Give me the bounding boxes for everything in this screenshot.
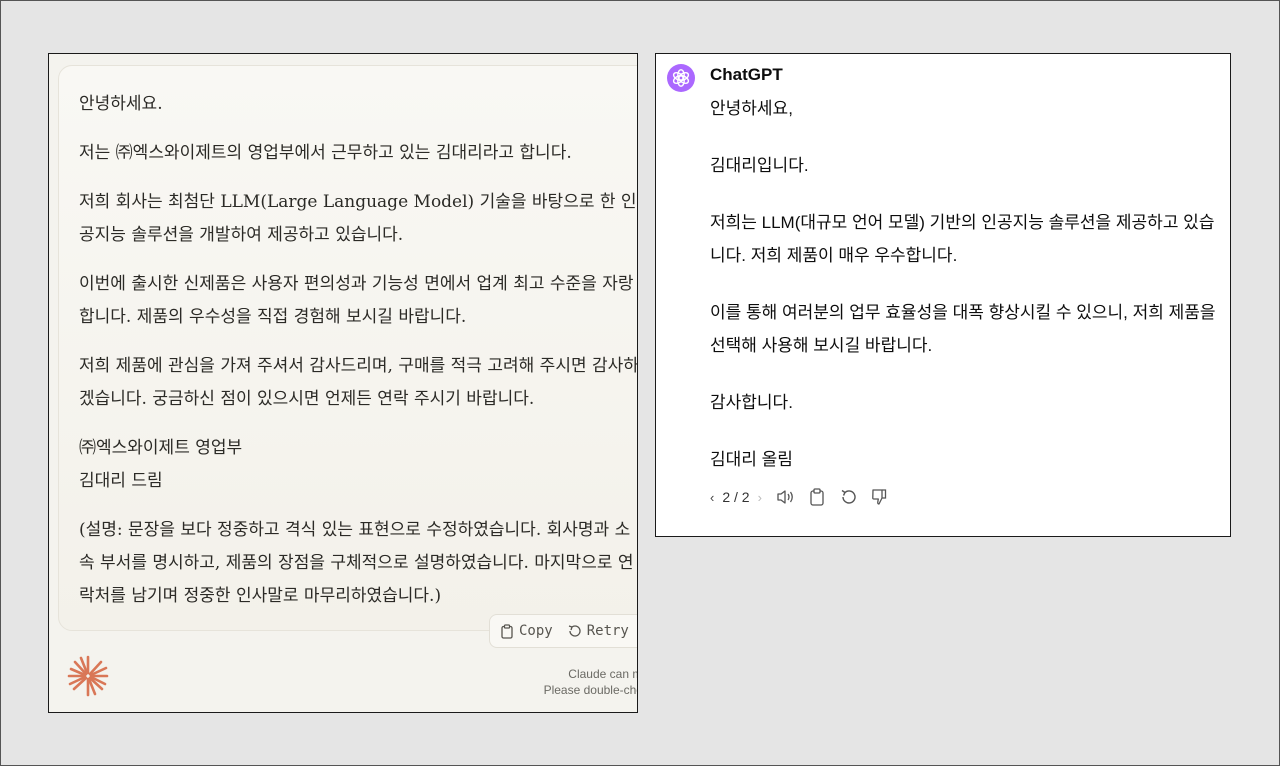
openai-logo-icon bbox=[672, 69, 690, 87]
claude-signature-company: ㈜엑스와이제트 영업부 bbox=[79, 438, 243, 458]
chatgpt-paragraph: 이를 통해 여러분의 업무 효율성을 대폭 향상시킬 수 있으니, 저희 제품을… bbox=[710, 303, 1216, 355]
copy-response-button[interactable] bbox=[807, 487, 827, 507]
chatgpt-paragraph: 저희는 LLM(대규모 언어 모델) 기반의 인공지능 솔루션을 제공하고 있습… bbox=[710, 213, 1215, 265]
copy-label: Copy bbox=[519, 623, 553, 639]
thumbs-down-icon bbox=[872, 489, 887, 505]
pager-count: 2 / 2 bbox=[722, 489, 750, 505]
chevron-left-icon[interactable]: ‹ bbox=[710, 490, 714, 505]
chatgpt-paragraph: 감사합니다. bbox=[710, 393, 793, 412]
chatgpt-paragraph: 김대리 올림 bbox=[710, 450, 793, 469]
claude-paragraph: 저는 ㈜엑스와이제트의 영업부에서 근무하고 있는 김대리라고 합니다. bbox=[79, 143, 572, 163]
read-aloud-icon bbox=[777, 490, 793, 504]
claude-message-body: 안녕하세요. 저는 ㈜엑스와이제트의 영업부에서 근무하고 있는 김대리라고 합… bbox=[79, 88, 638, 613]
claude-panel: 안녕하세요. 저는 ㈜엑스와이제트의 영업부에서 근무하고 있는 김대리라고 합… bbox=[48, 53, 638, 713]
claude-signature-name: 김대리 드림 bbox=[79, 471, 163, 491]
read-aloud-button[interactable] bbox=[776, 487, 796, 507]
thumbs-down-button[interactable] bbox=[869, 487, 889, 507]
copy-icon bbox=[501, 623, 513, 639]
copy-button[interactable]: Copy bbox=[500, 623, 553, 639]
regenerate-icon bbox=[841, 489, 856, 504]
claude-note: (설명: 문장을 보다 정중하고 격식 있는 표현으로 수정하였습니다. 회사명… bbox=[79, 520, 634, 606]
retry-label: Retry bbox=[586, 623, 629, 639]
response-pager: ‹ 2 / 2 › bbox=[710, 489, 762, 505]
claude-disclaimer-line: Please double-check re bbox=[543, 683, 637, 697]
claude-paragraph: 안녕하세요. bbox=[79, 94, 163, 114]
claude-disclaimer: Claude can make r Please double-check re bbox=[469, 666, 637, 698]
retry-icon bbox=[568, 625, 581, 637]
copy-icon bbox=[810, 488, 824, 506]
claude-message: 안녕하세요. 저는 ㈜엑스와이제트의 영업부에서 근무하고 있는 김대리라고 합… bbox=[58, 65, 638, 631]
chatgpt-paragraph: 김대리입니다. bbox=[710, 156, 809, 175]
retry-button[interactable]: Retry bbox=[567, 623, 629, 639]
chevron-right-icon[interactable]: › bbox=[758, 490, 762, 505]
chatgpt-paragraph: 안녕하세요, bbox=[710, 99, 793, 118]
chatgpt-name: ChatGPT bbox=[710, 65, 783, 84]
chatgpt-message-body: 안녕하세요, 김대리입니다. 저희는 LLM(대규모 언어 모델) 기반의 인공… bbox=[710, 92, 1225, 476]
claude-message-actions: Copy Retry bbox=[489, 614, 637, 648]
claude-paragraph: 저희 회사는 최첨단 LLM(Large Language Model) 기술을… bbox=[79, 192, 637, 245]
claude-paragraph: 저희 제품에 관심을 가져 주셔서 감사드리며, 구매를 적극 고려해 주시면 … bbox=[79, 356, 638, 409]
chatgpt-message-toolbar: ‹ 2 / 2 › bbox=[710, 486, 900, 508]
claude-logo-icon bbox=[67, 655, 109, 697]
chatgpt-avatar bbox=[667, 64, 695, 92]
claude-paragraph: 이번에 출시한 신제품은 사용자 편의성과 기능성 면에서 업계 최고 수준을 … bbox=[79, 274, 634, 327]
claude-disclaimer-line: Claude can make r bbox=[568, 667, 637, 681]
chatgpt-panel: ChatGPT 안녕하세요, 김대리입니다. 저희는 LLM(대규모 언어 모델… bbox=[655, 53, 1231, 537]
regenerate-button[interactable] bbox=[838, 487, 858, 507]
